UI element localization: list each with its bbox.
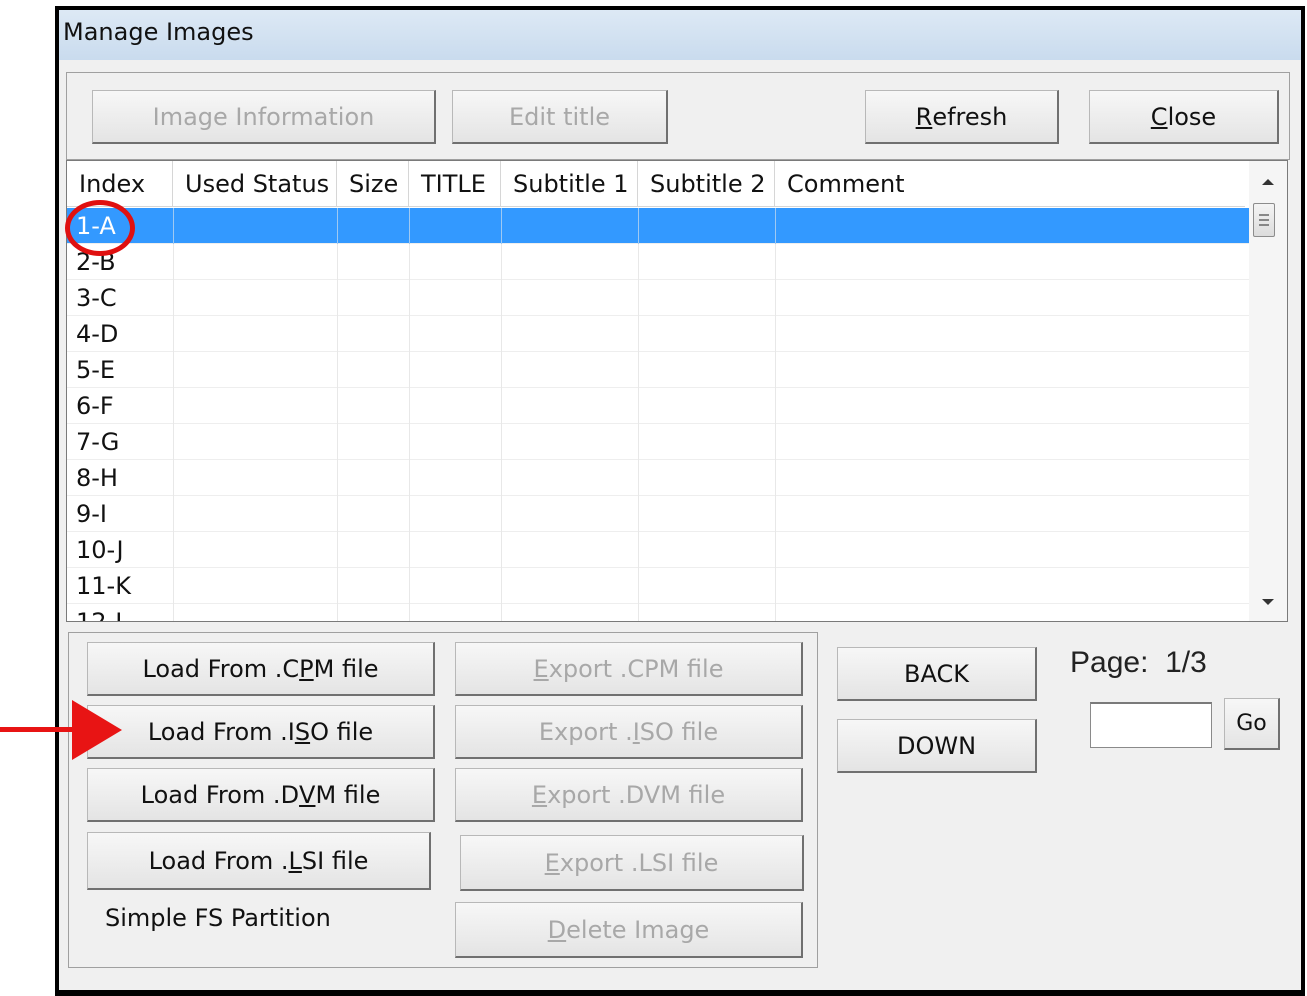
load-dvm-button[interactable]: Load From .D V M file	[87, 768, 435, 822]
cell-divider	[67, 316, 776, 352]
column-size[interactable]: Size	[337, 161, 409, 207]
cell-divider	[67, 388, 776, 424]
refresh-label-post: efresh	[932, 102, 1008, 131]
table-row[interactable]: 12-L	[67, 604, 1249, 622]
go-button[interactable]: Go	[1224, 698, 1280, 750]
export-dvm-button[interactable]: Export .DVM file	[455, 768, 803, 822]
row-index-cell: 11-K	[76, 572, 131, 600]
export-cpm-label-post: xport .CPM file	[548, 654, 724, 683]
pointer-arrow-shaft	[0, 727, 80, 732]
export-lsi-button[interactable]: Export .LSI file	[460, 835, 804, 891]
row-index-cell: 8-H	[76, 464, 118, 492]
row-index-cell: 12-L	[76, 608, 129, 622]
scrollbar-thumb[interactable]	[1253, 203, 1275, 237]
image-list[interactable]: Index Used Status Size TITLE Subtitle 1 …	[66, 160, 1288, 622]
load-cpm-label-post: M file	[313, 654, 379, 683]
table-row[interactable]: 6-F	[67, 388, 1249, 424]
list-header: Index Used Status Size TITLE Subtitle 1 …	[67, 161, 1245, 207]
column-subtitle-1[interactable]: Subtitle 1	[501, 161, 638, 207]
cell-divider	[67, 208, 776, 244]
load-iso-accesskey: S	[294, 717, 311, 746]
row-index-cell: 3-C	[76, 284, 117, 312]
export-iso-label-pre: Export .	[538, 717, 633, 746]
load-iso-label-post: O file	[310, 717, 374, 746]
export-lsi-label-post: xport .LSI file	[559, 848, 719, 877]
column-comment[interactable]: Comment	[775, 161, 1245, 207]
row-index-cell: 10-J	[76, 536, 124, 564]
load-lsi-label-pre: Load From .	[148, 846, 289, 875]
scroll-up-arrow-icon[interactable]	[1261, 177, 1275, 187]
load-lsi-button[interactable]: Load From . L SI file	[87, 832, 431, 890]
cell-divider	[67, 532, 776, 568]
page-indicator: Page: 1/3	[1070, 646, 1207, 679]
close-accesskey: C	[1150, 102, 1168, 131]
export-cpm-accesskey: E	[533, 654, 549, 683]
export-dvm-label-post: xport .DVM file	[547, 780, 726, 809]
load-lsi-accesskey: L	[288, 846, 302, 875]
load-dvm-label-post: M file	[315, 780, 381, 809]
edit-title-button[interactable]: Edit title	[452, 90, 668, 144]
highlight-circle-annotation	[65, 200, 135, 256]
load-lsi-label-post: SI file	[301, 846, 369, 875]
export-cpm-button[interactable]: Export .CPM file	[455, 642, 803, 696]
table-row[interactable]: 2-B	[67, 244, 1249, 280]
cell-divider	[67, 604, 776, 621]
load-cpm-accesskey: P	[299, 654, 314, 683]
vertical-scrollbar[interactable]	[1249, 161, 1287, 621]
image-information-button[interactable]: Image Information	[92, 90, 436, 144]
cell-divider	[67, 496, 776, 532]
row-index-cell: 6-F	[76, 392, 114, 420]
export-iso-accesskey: I	[632, 717, 640, 746]
close-button[interactable]: Close	[1089, 90, 1279, 144]
row-index-cell: 4-D	[76, 320, 119, 348]
table-row[interactable]: 1-A	[67, 208, 1249, 244]
scroll-down-arrow-icon[interactable]	[1261, 597, 1275, 607]
export-iso-label-post: SO file	[639, 717, 719, 746]
cell-divider	[67, 280, 776, 316]
load-cpm-label-pre: Load From .C	[142, 654, 300, 683]
export-iso-button[interactable]: Export . I SO file	[455, 705, 803, 759]
cell-divider	[67, 424, 776, 460]
table-row[interactable]: 3-C	[67, 280, 1249, 316]
table-row[interactable]: 9-I	[67, 496, 1249, 532]
table-row[interactable]: 10-J	[67, 532, 1249, 568]
load-dvm-accesskey: V	[299, 780, 316, 809]
load-iso-button[interactable]: Load From .I S O file	[87, 705, 435, 759]
table-row[interactable]: 11-K	[67, 568, 1249, 604]
table-row[interactable]: 4-D	[67, 316, 1249, 352]
refresh-button[interactable]: Refresh	[865, 90, 1059, 144]
load-cpm-button[interactable]: Load From .C P M file	[87, 642, 435, 696]
grip-icon	[1259, 214, 1269, 226]
column-title[interactable]: TITLE	[409, 161, 501, 207]
table-row[interactable]: 7-G	[67, 424, 1249, 460]
delete-accesskey: D	[547, 915, 567, 944]
delete-label-post: elete Image	[566, 915, 710, 944]
table-row[interactable]: 8-H	[67, 460, 1249, 496]
cell-divider	[67, 352, 776, 388]
cell-divider	[67, 460, 776, 496]
close-label-post: lose	[1167, 102, 1217, 131]
row-index-cell: 7-G	[76, 428, 120, 456]
load-iso-label-pre: Load From .I	[147, 717, 295, 746]
table-row[interactable]: 5-E	[67, 352, 1249, 388]
column-index[interactable]: Index	[67, 161, 173, 207]
column-subtitle-2[interactable]: Subtitle 2	[638, 161, 775, 207]
load-dvm-label-pre: Load From .D	[140, 780, 300, 809]
export-dvm-accesskey: E	[531, 780, 548, 809]
down-button[interactable]: DOWN	[837, 719, 1037, 773]
refresh-accesskey: R	[915, 102, 933, 131]
column-used-status[interactable]: Used Status	[173, 161, 337, 207]
window-title: Manage Images	[63, 18, 254, 46]
delete-image-button[interactable]: Delete Image	[455, 902, 803, 958]
export-lsi-accesskey: E	[544, 848, 560, 877]
partition-type-label: Simple FS Partition	[105, 904, 331, 932]
page-number-input[interactable]	[1090, 702, 1212, 748]
row-index-cell: 9-I	[76, 500, 108, 528]
row-index-cell: 5-E	[76, 356, 116, 384]
pointer-arrow-icon	[72, 700, 122, 760]
cell-divider	[67, 244, 776, 280]
back-button[interactable]: BACK	[837, 647, 1037, 701]
cell-divider	[67, 568, 776, 604]
